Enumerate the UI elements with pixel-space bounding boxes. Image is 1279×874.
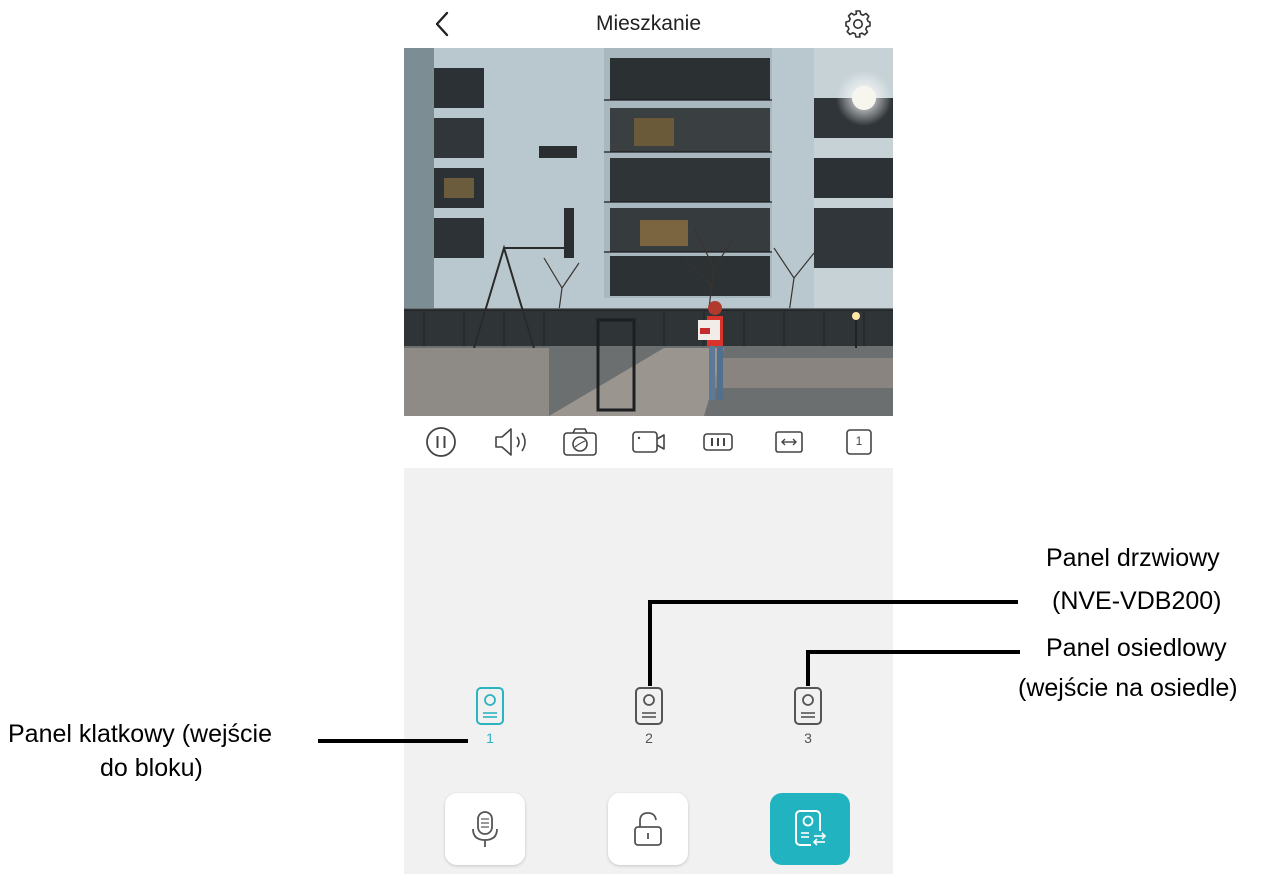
speaker-icon bbox=[495, 428, 526, 456]
panel-item-2[interactable]: 2 bbox=[629, 686, 669, 766]
video-toolbar: 1 bbox=[404, 416, 893, 468]
leader-line-panel-2-horizontal bbox=[648, 600, 1018, 604]
unlock-button[interactable] bbox=[608, 793, 688, 865]
video-feed[interactable] bbox=[404, 48, 893, 416]
microphone-icon bbox=[472, 811, 498, 847]
leader-line-panel-1 bbox=[318, 739, 468, 743]
channel-label: 1 bbox=[855, 434, 863, 448]
callout-panel-1-line1: Panel klatkowy (wejście bbox=[8, 720, 272, 748]
switch-panel-button[interactable] bbox=[770, 793, 850, 865]
panel-number: 1 bbox=[486, 730, 494, 746]
callout-panel-1-line2: do bloku) bbox=[100, 754, 203, 782]
pause-button[interactable] bbox=[424, 425, 458, 459]
quality-icon bbox=[703, 433, 733, 451]
settings-button[interactable] bbox=[842, 8, 874, 40]
channel-button[interactable]: 1 bbox=[842, 425, 876, 459]
record-button[interactable] bbox=[631, 425, 665, 459]
leader-line-panel-3-vertical bbox=[806, 650, 810, 686]
panel-number: 3 bbox=[804, 730, 812, 746]
gear-icon bbox=[845, 10, 871, 38]
callout-panel-3-line2: (wejście na osiedle) bbox=[1018, 674, 1238, 702]
quality-button[interactable] bbox=[701, 425, 735, 459]
door-panel-icon bbox=[476, 687, 504, 725]
leader-line-panel-3-horizontal bbox=[806, 650, 1020, 654]
fit-screen-icon bbox=[775, 431, 803, 453]
top-bar: Mieszkanie bbox=[404, 0, 893, 48]
panel-item-1[interactable]: 1 bbox=[470, 686, 510, 766]
snapshot-button[interactable] bbox=[562, 425, 597, 459]
callout-panel-2-line1: Panel drzwiowy bbox=[1046, 544, 1220, 572]
unlock-icon bbox=[634, 812, 662, 846]
switch-panel-icon bbox=[795, 810, 827, 847]
fit-screen-button[interactable] bbox=[772, 425, 806, 459]
panel-number: 2 bbox=[645, 730, 653, 746]
door-panel-icon bbox=[635, 687, 663, 725]
talk-button[interactable] bbox=[445, 793, 525, 865]
camera-image bbox=[404, 48, 893, 416]
pause-icon bbox=[426, 427, 456, 457]
leader-line-panel-2-vertical bbox=[648, 600, 652, 686]
record-icon bbox=[632, 431, 665, 453]
phone-screen: Mieszkanie 1 1 2 3 bbox=[404, 0, 893, 874]
snapshot-icon bbox=[563, 428, 597, 456]
door-panel-icon bbox=[794, 687, 822, 725]
callout-panel-2-line2: (NVE-VDB200) bbox=[1052, 587, 1222, 615]
page-title: Mieszkanie bbox=[595, 12, 702, 35]
panel-item-3[interactable]: 3 bbox=[788, 686, 828, 766]
callout-panel-3-line1: Panel osiedlowy bbox=[1046, 634, 1227, 662]
speaker-button[interactable] bbox=[493, 425, 527, 459]
